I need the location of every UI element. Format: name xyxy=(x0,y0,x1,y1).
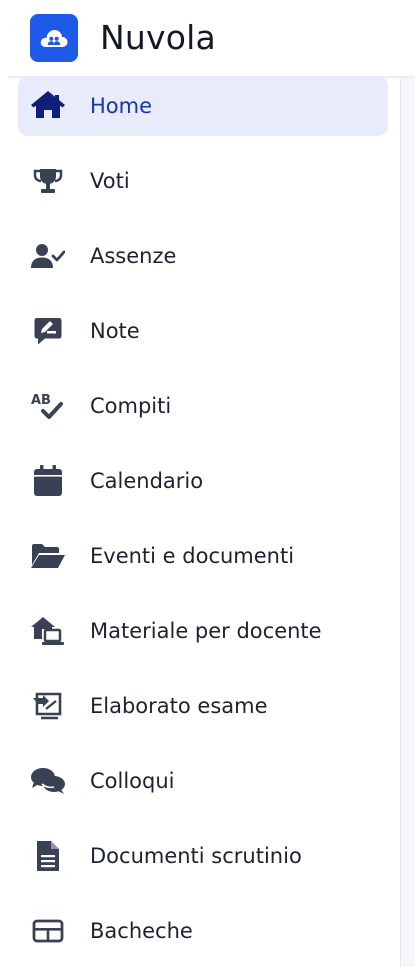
sidebar-item-eventi[interactable]: Eventi e documenti xyxy=(18,526,388,586)
main-content-edge xyxy=(400,78,415,967)
sidebar-item-elaborato[interactable]: Elaborato esame xyxy=(18,676,388,736)
sidebar-item-calendario[interactable]: Calendario xyxy=(18,451,388,511)
sidebar-item-label: Assenze xyxy=(90,244,177,268)
spellcheck-icon: AB xyxy=(30,388,66,424)
sidebar-item-label: Eventi e documenti xyxy=(90,544,295,568)
sidebar-item-materiale[interactable]: Materiale per docente xyxy=(18,601,388,661)
sidebar-item-note[interactable]: Note xyxy=(18,301,388,361)
comments-icon xyxy=(30,763,66,799)
sidebar-item-label: Colloqui xyxy=(90,769,175,793)
sidebar-item-label: Note xyxy=(90,319,140,343)
app-logo[interactable] xyxy=(30,14,78,62)
sidebar-item-label: Materiale per docente xyxy=(90,619,322,643)
note-icon xyxy=(30,313,66,349)
sidebar-item-label: Bacheche xyxy=(90,919,193,943)
sidebar-item-bacheche[interactable]: Bacheche xyxy=(18,901,388,961)
sidebar-item-home[interactable]: Home xyxy=(18,76,388,136)
header: Nuvola xyxy=(0,0,415,76)
sidebar-item-documenti[interactable]: Documenti scrutinio xyxy=(18,826,388,886)
home-icon xyxy=(30,88,66,124)
sidebar-item-assenze[interactable]: Assenze xyxy=(18,226,388,286)
sidebar-item-label: Voti xyxy=(90,169,130,193)
sidebar-item-label: Home xyxy=(90,94,153,118)
house-laptop-icon xyxy=(30,613,66,649)
screen-share-icon xyxy=(30,688,66,724)
sidebar-item-label: Documenti scrutinio xyxy=(90,844,302,868)
sidebar-item-compiti[interactable]: AB Compiti xyxy=(18,376,388,436)
sidebar-item-label: Compiti xyxy=(90,394,172,418)
sidebar-item-voti[interactable]: Voti xyxy=(18,151,388,211)
sidebar-nav: Home Voti Assenze Note AB Compiti Calend… xyxy=(0,76,400,967)
user-check-icon xyxy=(30,238,66,274)
document-icon xyxy=(30,838,66,874)
app-window: Nuvola Home Voti Assenze Note AB Compiti… xyxy=(0,0,415,967)
folder-open-icon xyxy=(30,538,66,574)
sidebar-item-label: Elaborato esame xyxy=(90,694,268,718)
app-title: Nuvola xyxy=(100,18,216,57)
sidebar-item-label: Calendario xyxy=(90,469,204,493)
sidebar-item-colloqui[interactable]: Colloqui xyxy=(18,751,388,811)
calendar-icon xyxy=(30,463,66,499)
board-icon xyxy=(30,913,66,949)
trophy-icon xyxy=(30,163,66,199)
svg-text:AB: AB xyxy=(31,393,51,408)
cloud-users-icon xyxy=(40,30,68,47)
